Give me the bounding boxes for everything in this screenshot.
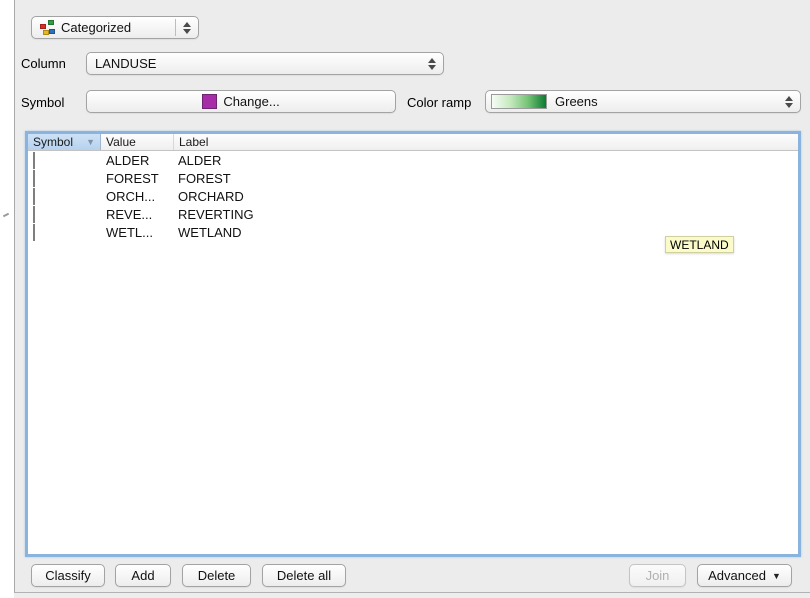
layer-style-panel: Categorized Column LANDUSE Symbol Change… bbox=[14, 0, 810, 593]
column-dropdown[interactable]: LANDUSE bbox=[86, 52, 444, 75]
dropdown-arrows-icon bbox=[785, 91, 793, 112]
category-value: ORCH... bbox=[101, 189, 174, 204]
category-symbol-swatch[interactable] bbox=[33, 224, 35, 241]
symbol-color-swatch bbox=[202, 94, 217, 109]
color-ramp-preview bbox=[491, 94, 547, 109]
symbol-label: Symbol bbox=[21, 95, 64, 110]
category-value: WETL... bbox=[101, 225, 174, 240]
symbol-change-label: Change... bbox=[223, 94, 279, 109]
category-symbol-swatch[interactable] bbox=[33, 188, 35, 205]
table-row[interactable]: REVE... REVERTING bbox=[28, 205, 798, 223]
column-header-symbol[interactable]: Symbol ▼ bbox=[28, 134, 101, 150]
categorized-renderer-icon bbox=[40, 20, 55, 35]
category-symbol-swatch[interactable] bbox=[33, 170, 35, 187]
column-value: LANDUSE bbox=[95, 56, 156, 71]
splitter-collapse-handle[interactable] bbox=[3, 212, 10, 218]
category-value: FOREST bbox=[101, 171, 174, 186]
advanced-button[interactable]: Advanced ▼ bbox=[697, 564, 792, 587]
category-symbol-swatch[interactable] bbox=[33, 206, 35, 223]
tooltip: WETLAND bbox=[665, 236, 734, 253]
chevron-down-icon: ▼ bbox=[772, 571, 781, 581]
join-button[interactable]: Join bbox=[629, 564, 686, 587]
renderer-type-value: Categorized bbox=[61, 20, 131, 35]
color-ramp-label: Color ramp bbox=[407, 95, 471, 110]
window-bottom-strip bbox=[14, 593, 810, 598]
dropdown-arrows-icon bbox=[428, 53, 436, 74]
delete-button[interactable]: Delete bbox=[182, 564, 251, 587]
category-label: ALDER bbox=[174, 153, 798, 168]
classify-button[interactable]: Classify bbox=[31, 564, 105, 587]
color-ramp-dropdown[interactable]: Greens bbox=[485, 90, 801, 113]
column-header-value[interactable]: Value bbox=[101, 134, 174, 150]
add-button[interactable]: Add bbox=[115, 564, 171, 587]
category-value: REVE... bbox=[101, 207, 174, 222]
categories-table: Symbol ▼ Value Label ALDER ALDER FOREST … bbox=[25, 131, 801, 557]
table-row[interactable]: ALDER ALDER bbox=[28, 151, 798, 169]
dropdown-arrows-icon bbox=[183, 17, 191, 38]
category-label: ORCHARD bbox=[174, 189, 798, 204]
category-value: ALDER bbox=[101, 153, 174, 168]
table-row[interactable]: ORCH... ORCHARD bbox=[28, 187, 798, 205]
column-header-label[interactable]: Label bbox=[174, 134, 798, 150]
dropdown-separator bbox=[175, 19, 176, 36]
column-label: Column bbox=[21, 56, 66, 71]
table-header-row: Symbol ▼ Value Label bbox=[28, 134, 798, 151]
category-label: REVERTING bbox=[174, 207, 798, 222]
renderer-type-dropdown[interactable]: Categorized bbox=[31, 16, 199, 39]
sort-descending-icon: ▼ bbox=[86, 138, 95, 147]
symbol-change-button[interactable]: Change... bbox=[86, 90, 396, 113]
table-row[interactable]: FOREST FOREST bbox=[28, 169, 798, 187]
category-symbol-swatch[interactable] bbox=[33, 152, 35, 169]
delete-all-button[interactable]: Delete all bbox=[262, 564, 346, 587]
category-label: FOREST bbox=[174, 171, 798, 186]
color-ramp-value: Greens bbox=[555, 94, 598, 109]
